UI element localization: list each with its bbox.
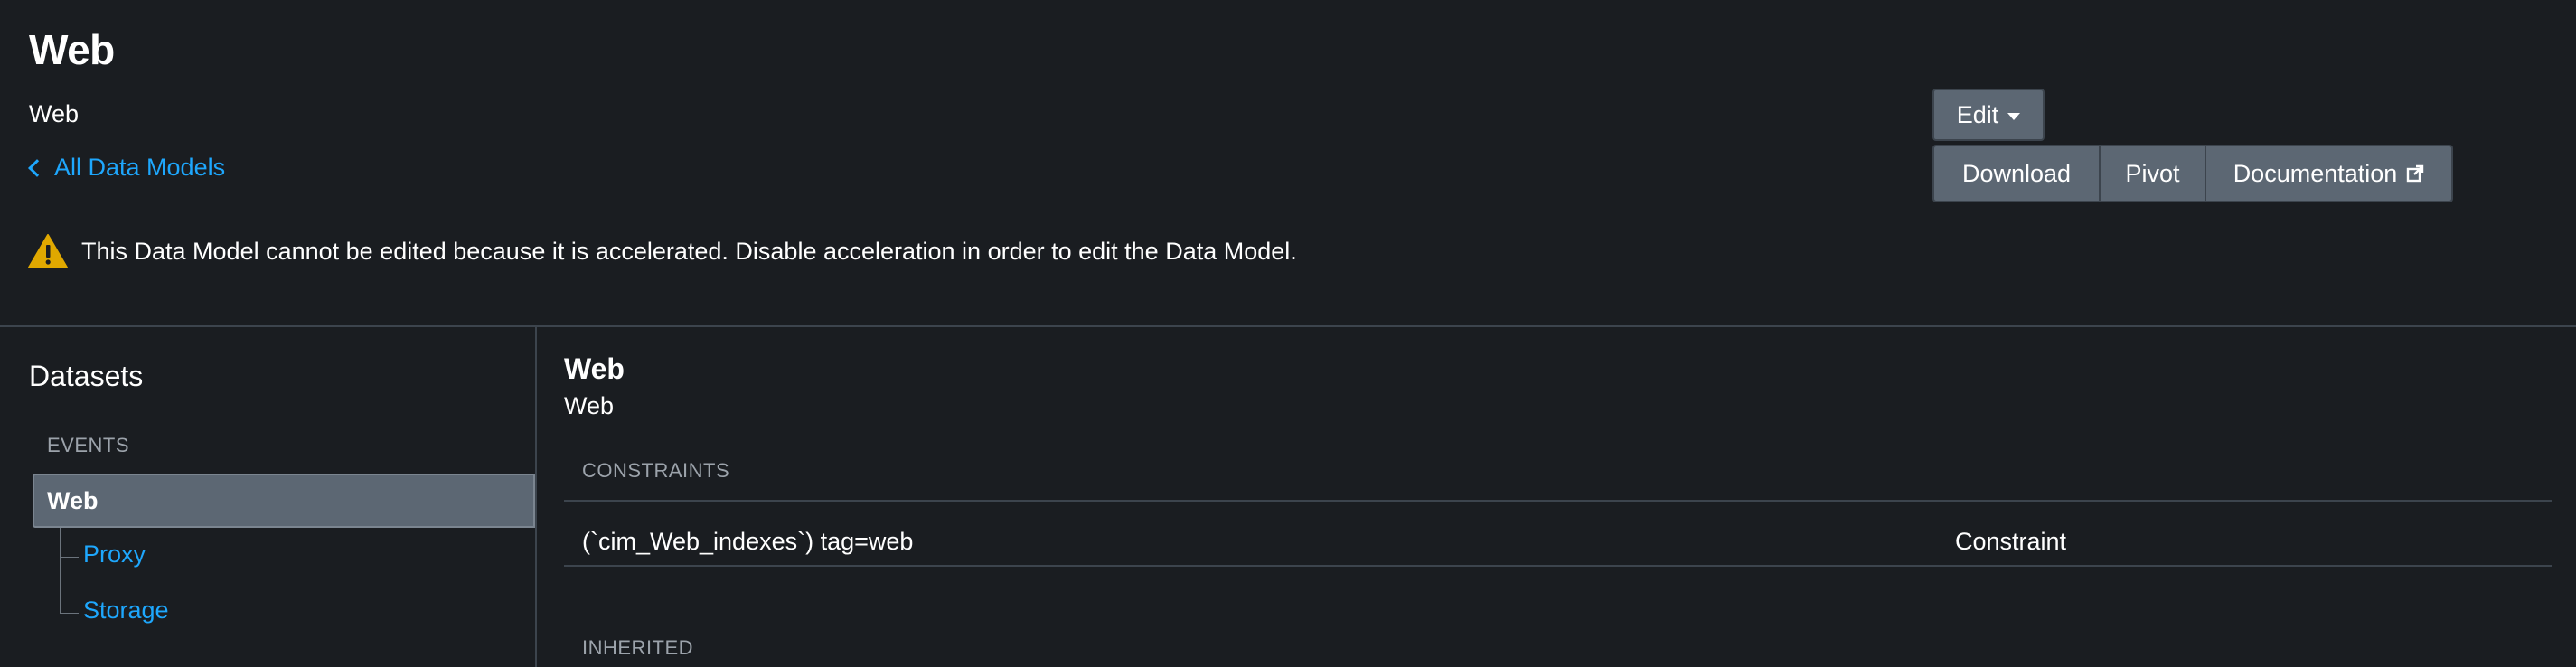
- constraint-expression: (`cim_Web_indexes`) tag=web: [582, 528, 914, 555]
- pivot-button[interactable]: Pivot: [2099, 146, 2205, 201]
- constraints-header-divider: [564, 500, 2552, 502]
- warning-icon: [28, 234, 68, 268]
- documentation-button-label: Documentation: [2233, 159, 2398, 187]
- edit-button[interactable]: Edit: [1932, 89, 2045, 141]
- acceleration-warning: This Data Model cannot be edited because…: [27, 233, 1297, 269]
- all-data-models-link[interactable]: All Data Models: [27, 154, 225, 182]
- page-subtitle: Web: [29, 100, 80, 127]
- external-link-icon: [2407, 164, 2424, 183]
- dataset-title: Web: [564, 352, 625, 385]
- download-button-label: Download: [1961, 159, 2072, 187]
- download-button[interactable]: Download: [1934, 146, 2099, 201]
- sidebar-title: Datasets: [29, 360, 144, 392]
- page-title: Web: [29, 26, 115, 73]
- pivot-button-label: Pivot: [2125, 159, 2180, 187]
- dataset-item-web[interactable]: Web: [33, 474, 535, 528]
- events-group-label: EVENTS: [47, 434, 130, 456]
- constraints-header: CONSTRAINTS: [582, 459, 730, 482]
- dataset-item-proxy[interactable]: Proxy: [83, 540, 146, 568]
- chevron-left-icon: [28, 158, 46, 177]
- caret-down-icon: [2007, 112, 2021, 120]
- back-link-label: All Data Models: [54, 154, 226, 181]
- inherited-header: INHERITED: [582, 636, 694, 659]
- tree-connector: [60, 528, 79, 558]
- dataset-item-storage[interactable]: Storage: [83, 597, 169, 625]
- action-button-group: Download Pivot Documentation: [1932, 145, 2453, 202]
- datasets-sidebar: Datasets EVENTS Web Proxy Storage: [0, 327, 537, 667]
- constraint-row-divider: [564, 565, 2552, 567]
- warning-text: This Data Model cannot be edited because…: [81, 237, 1297, 265]
- tree-connector: [60, 557, 79, 614]
- edit-button-label: Edit: [1956, 100, 1999, 128]
- data-model-page: Web Web All Data Models Edit Download Pi…: [0, 0, 2576, 667]
- constraint-type: Constraint: [1955, 528, 2067, 555]
- documentation-button[interactable]: Documentation: [2205, 146, 2451, 201]
- dataset-subtitle: Web: [564, 392, 615, 419]
